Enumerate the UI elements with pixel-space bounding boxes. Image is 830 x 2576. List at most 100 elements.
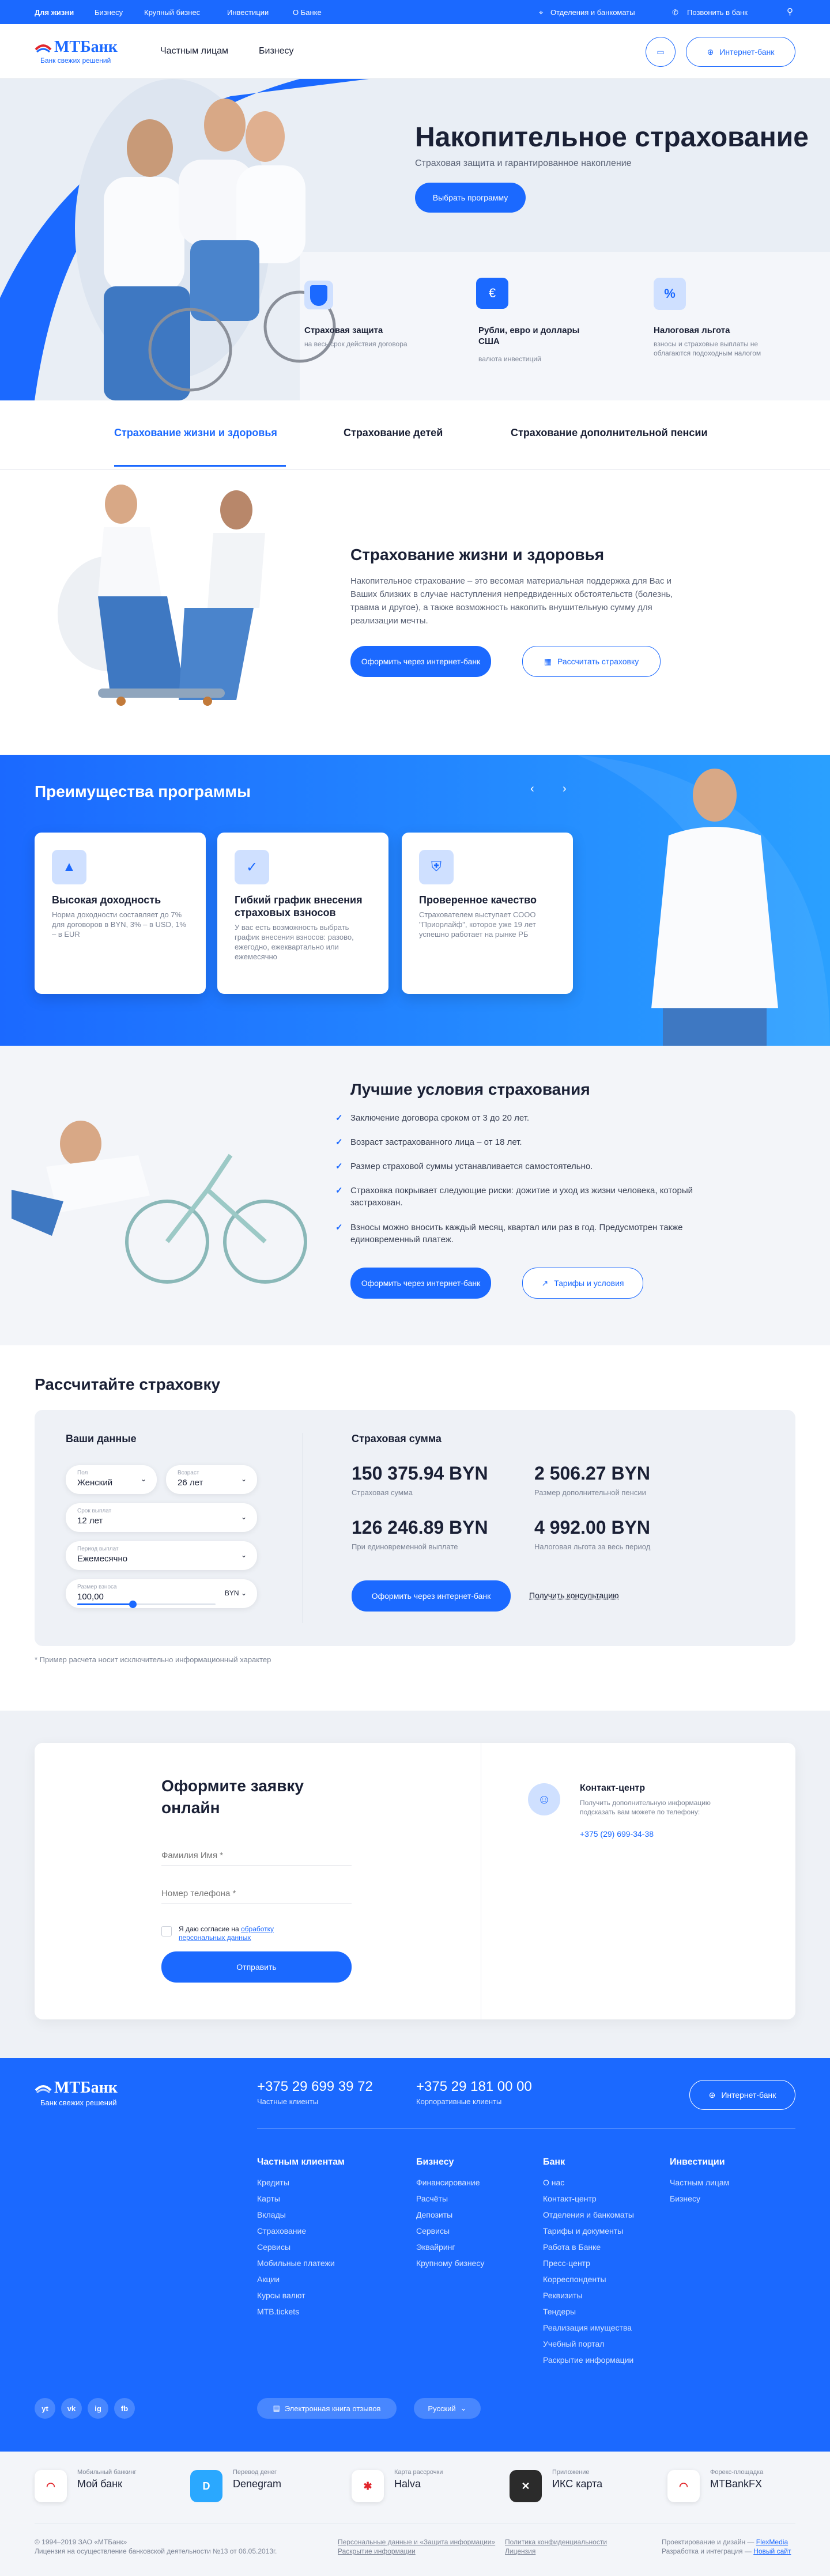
amount-slider-handle[interactable]	[129, 1601, 137, 1608]
topbar-nav-investments[interactable]: Инвестиции	[227, 8, 269, 17]
footer-link[interactable]: Кредиты	[257, 2178, 289, 2187]
footer-link[interactable]: Контакт-центр	[543, 2194, 597, 2203]
contact-center-phone[interactable]: +375 (29) 699-34-38	[580, 1829, 654, 1839]
footer-phone-corporate[interactable]: +375 29 181 00 00	[416, 2079, 532, 2095]
footer-logo[interactable]: МТБанк Банк свежих решений	[35, 2079, 167, 2114]
youtube-icon[interactable]: yt	[35, 2398, 55, 2419]
footer-link[interactable]: Реализация имущества	[543, 2323, 632, 2332]
chevron-down-icon: ⌄	[240, 1475, 247, 1483]
phone-input[interactable]	[161, 1883, 352, 1904]
design-credit: Проектирование и дизайн — FlexMedia	[662, 2538, 788, 2546]
choose-program-button[interactable]: Выбрать программу	[415, 183, 526, 213]
footer-link[interactable]: Крупному бизнесу	[416, 2259, 484, 2268]
footer-link[interactable]: Расчёты	[416, 2194, 448, 2203]
checkmark-icon: ✓	[335, 1186, 343, 1196]
footer-link[interactable]: Сервисы	[257, 2242, 290, 2252]
period-select[interactable]: Период выплат Ежемесячно ⌄	[66, 1541, 257, 1570]
footer-link[interactable]: Курсы валют	[257, 2291, 305, 2300]
result-label-sum: Страховая сумма	[352, 1488, 413, 1497]
logo[interactable]: МТБанк Банк свежих решений	[35, 38, 167, 67]
footer-link[interactable]: Тендеры	[543, 2307, 576, 2316]
chat-button[interactable]: ▭	[646, 37, 676, 67]
footer-link[interactable]: Сервисы	[416, 2226, 450, 2235]
tab-children[interactable]: Страхование детей	[344, 427, 443, 439]
submit-button[interactable]: Отправить	[161, 1951, 352, 1983]
footer-link[interactable]: Корреспонденты	[543, 2275, 606, 2284]
header-nav-private[interactable]: Частным лицам	[160, 46, 228, 56]
topbar-branches-link[interactable]: Отделения и банкоматы	[550, 8, 635, 17]
footer-link[interactable]: Отделения и банкоматы	[543, 2210, 634, 2219]
footer-link[interactable]: MTB.tickets	[257, 2307, 299, 2316]
facebook-icon[interactable]: fb	[114, 2398, 135, 2419]
footer-link[interactable]: О нас	[543, 2178, 564, 2187]
vk-icon[interactable]: vk	[61, 2398, 82, 2419]
footer-link[interactable]: Реквизиты	[543, 2291, 583, 2300]
calculator-apply-online-button[interactable]: Оформить через интернет-банк	[352, 1580, 511, 1612]
carousel-next-icon[interactable]: ›	[563, 782, 567, 796]
legal-link-license[interactable]: Лицензия	[505, 2547, 535, 2556]
conditions-apply-online-button[interactable]: Оформить через интернет-банк	[350, 1268, 491, 1299]
footer-link[interactable]: Частным лицам	[670, 2178, 729, 2187]
tariffs-button[interactable]: ↗ Тарифы и условия	[522, 1268, 643, 1299]
gender-select[interactable]: Пол Женский ⌄	[66, 1465, 157, 1494]
app-denegram[interactable]: D Перевод денег Denegram	[190, 2463, 323, 2515]
age-select[interactable]: Возраст 26 лет ⌄	[166, 1465, 257, 1494]
footer-internet-bank-button[interactable]: ⊕ Интернет-банк	[689, 2080, 795, 2110]
app-my-bank[interactable]: ◠ Мобильный банкинг Мой банк	[35, 2463, 167, 2515]
feedback-book-button[interactable]: ▤ Электронная книга отзывов	[257, 2398, 397, 2419]
topbar-nav-about[interactable]: О Банке	[293, 8, 322, 17]
footer-link[interactable]: Эквайринг	[416, 2242, 455, 2252]
footer-link[interactable]: Страхование	[257, 2226, 306, 2235]
footer-link[interactable]: Учебный портал	[543, 2339, 604, 2348]
topbar-call-link[interactable]: Позвонить в банк	[687, 8, 748, 17]
carousel-prev-icon[interactable]: ‹	[530, 782, 534, 796]
result-value-sum: 150 375.94 BYN	[352, 1463, 488, 1484]
feature-desc-currency: валюта инвестиций	[478, 355, 541, 363]
amount-slider-track[interactable]	[77, 1601, 216, 1608]
header-nav-business[interactable]: Бизнесу	[259, 46, 294, 56]
internet-bank-button[interactable]: ⊕ Интернет-банк	[686, 37, 795, 67]
consent-checkbox[interactable]	[161, 1926, 172, 1936]
footer-link[interactable]: Пресс-центр	[543, 2259, 590, 2268]
footer-link[interactable]: Работа в Банке	[543, 2242, 601, 2252]
instagram-icon[interactable]: ig	[88, 2398, 108, 2419]
consultation-link[interactable]: Получить консультацию	[529, 1591, 619, 1600]
dev-credit-link[interactable]: Новый сайт	[753, 2547, 791, 2555]
footer-link[interactable]: Депозиты	[416, 2210, 452, 2219]
footer-link[interactable]: Бизнесу	[670, 2194, 700, 2203]
legal-link-disclosure[interactable]: Раскрытие информации	[338, 2547, 416, 2556]
legal-link-privacy[interactable]: Политика конфиденциальности	[505, 2537, 607, 2547]
hero-section: Накопительное страхование Страховая защи…	[0, 79, 830, 400]
tab-pension[interactable]: Страхование дополнительной пенсии	[511, 427, 708, 439]
term-select[interactable]: Срок выплат 12 лет ⌄	[66, 1503, 257, 1532]
mybank-app-icon: ◠	[35, 2470, 67, 2502]
conditions-section: Лучшие условия страхования ✓ Заключение д…	[0, 1046, 830, 1345]
shield-check-icon: ⛨	[419, 850, 454, 884]
life-apply-online-button[interactable]: Оформить через интернет-банк	[350, 646, 491, 677]
footer-link[interactable]: Карты	[257, 2194, 280, 2203]
footer-link[interactable]: Тарифы и документы	[543, 2226, 623, 2235]
footer-link[interactable]: Вклады	[257, 2210, 286, 2219]
full-name-input[interactable]	[161, 1845, 352, 1866]
footer-link[interactable]: Акции	[257, 2275, 280, 2284]
footer-link[interactable]: Мобильные платежи	[257, 2259, 335, 2268]
topbar-nav-corporate[interactable]: Крупный бизнес	[144, 8, 200, 17]
topbar-nav-life[interactable]: Для жизни	[35, 8, 74, 17]
design-credit-link[interactable]: FlexMedia	[756, 2538, 788, 2546]
benefit-card-yield: ▲ Высокая доходность Норма доходности со…	[35, 833, 206, 994]
amount-input[interactable]: Размер взноса 100,00 BYN ⌄	[66, 1579, 257, 1608]
app-x-card[interactable]: ✕ Приложение ИКС карта	[510, 2463, 642, 2515]
search-icon[interactable]: ⚲	[787, 6, 793, 17]
currency-select[interactable]: BYN ⌄	[225, 1589, 247, 1597]
legal-link-personal-data[interactable]: Персональные данные и «Защита информации…	[338, 2537, 495, 2547]
footer-link[interactable]: Финансирование	[416, 2178, 480, 2187]
life-calculate-button[interactable]: ▦ Рассчитать страховку	[522, 646, 661, 677]
app-halva[interactable]: ✱ Карта рассрочки Halva	[352, 2463, 484, 2515]
footer-link[interactable]: Раскрытие информации	[543, 2355, 633, 2365]
topbar-nav-business[interactable]: Бизнесу	[95, 8, 123, 17]
tab-life-health[interactable]: Страхование жизни и здоровья	[114, 427, 277, 439]
language-select[interactable]: Русский ⌄	[414, 2398, 481, 2419]
footer-phone-private[interactable]: +375 29 699 39 72	[257, 2079, 373, 2095]
app-mtbankfx[interactable]: ◠ Форекс-площадка MTBankFX	[667, 2463, 800, 2515]
checkmark-icon: ✓	[335, 1162, 343, 1171]
